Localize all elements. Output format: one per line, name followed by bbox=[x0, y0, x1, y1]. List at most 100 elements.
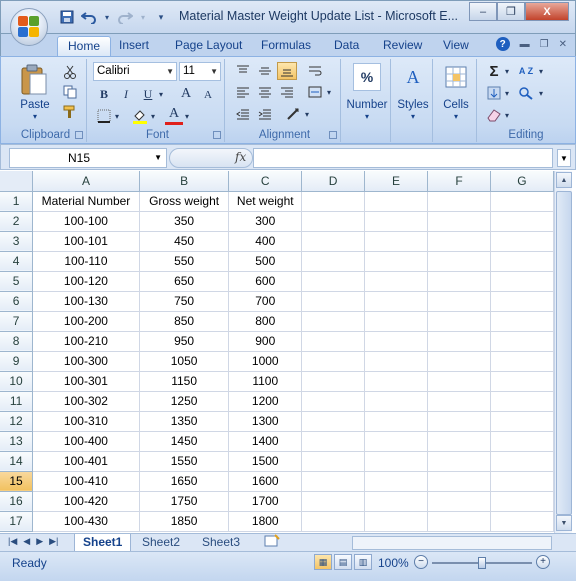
empty-cell[interactable] bbox=[427, 251, 491, 272]
row-header[interactable]: 17 bbox=[0, 511, 34, 532]
bold-button[interactable]: B bbox=[95, 85, 113, 103]
page-break-view-icon[interactable]: ▥ bbox=[354, 554, 372, 570]
empty-cell[interactable] bbox=[301, 271, 366, 292]
orientation-icon[interactable] bbox=[283, 105, 303, 123]
cells-group[interactable]: Cells ▾ bbox=[435, 59, 477, 142]
empty-cell[interactable] bbox=[364, 271, 429, 292]
empty-cell[interactable] bbox=[364, 431, 429, 452]
cell-b[interactable]: 650 bbox=[139, 271, 230, 292]
align-left-icon[interactable] bbox=[233, 83, 253, 101]
empty-cell[interactable] bbox=[301, 371, 366, 392]
cell-a[interactable]: 100-410 bbox=[32, 471, 140, 492]
paste-dropdown-icon[interactable]: ▾ bbox=[25, 112, 45, 121]
empty-cell[interactable] bbox=[301, 511, 366, 532]
cell-c[interactable]: 1000 bbox=[228, 351, 303, 372]
cell-c[interactable]: 1300 bbox=[228, 411, 303, 432]
cell-b[interactable]: 1350 bbox=[139, 411, 230, 432]
cells-dropdown-icon[interactable]: ▾ bbox=[435, 112, 477, 121]
vertical-scrollbar[interactable]: ▲ ▼ bbox=[554, 171, 572, 533]
undo-dropdown-icon[interactable]: ▾ bbox=[103, 9, 111, 25]
empty-cell[interactable] bbox=[490, 211, 554, 232]
column-header-g[interactable]: G bbox=[490, 171, 554, 192]
scroll-up-icon[interactable]: ▲ bbox=[556, 172, 572, 188]
empty-cell[interactable] bbox=[490, 391, 554, 412]
number-group[interactable]: % Number ▾ bbox=[343, 59, 391, 142]
empty-cell[interactable] bbox=[301, 471, 366, 492]
tab-page-layout[interactable]: Page Layout bbox=[165, 36, 252, 56]
paste-icon[interactable] bbox=[19, 63, 49, 97]
cell-a[interactable]: 100-301 bbox=[32, 371, 140, 392]
page-layout-view-icon[interactable]: ▤ bbox=[334, 554, 352, 570]
prev-sheet-icon[interactable]: ◀ bbox=[23, 536, 30, 547]
empty-cell[interactable] bbox=[490, 191, 554, 212]
empty-cell[interactable] bbox=[427, 391, 491, 412]
empty-cell[interactable] bbox=[364, 311, 429, 332]
row-header[interactable]: 12 bbox=[0, 411, 34, 432]
empty-cell[interactable] bbox=[301, 431, 366, 452]
name-box-dropdown-icon[interactable]: ▼ bbox=[154, 149, 162, 167]
zoom-in-button[interactable]: + bbox=[536, 555, 550, 569]
next-sheet-icon[interactable]: ▶ bbox=[36, 536, 43, 547]
empty-cell[interactable] bbox=[490, 351, 554, 372]
empty-cell[interactable] bbox=[364, 191, 429, 212]
tab-review[interactable]: Review bbox=[373, 36, 432, 56]
undo-icon[interactable] bbox=[81, 9, 97, 25]
first-sheet-icon[interactable]: |◀ bbox=[8, 536, 17, 547]
cell-a[interactable]: 100-300 bbox=[32, 351, 140, 372]
cell-b[interactable]: 850 bbox=[139, 311, 230, 332]
row-header[interactable]: 11 bbox=[0, 391, 34, 412]
office-button[interactable] bbox=[10, 8, 48, 46]
cell-c[interactable]: 600 bbox=[228, 271, 303, 292]
empty-cell[interactable] bbox=[427, 351, 491, 372]
empty-cell[interactable] bbox=[364, 491, 429, 512]
cell-c[interactable]: 300 bbox=[228, 211, 303, 232]
empty-cell[interactable] bbox=[301, 231, 366, 252]
cell-c[interactable]: 1800 bbox=[228, 511, 303, 532]
row-header[interactable]: 1 bbox=[0, 191, 34, 212]
cell-a[interactable]: 100-130 bbox=[32, 291, 140, 312]
cell-a[interactable]: 100-302 bbox=[32, 391, 140, 412]
styles-dropdown-icon[interactable]: ▾ bbox=[393, 112, 433, 121]
empty-cell[interactable] bbox=[427, 431, 491, 452]
cell-b[interactable]: Gross weight bbox=[139, 191, 230, 212]
empty-cell[interactable] bbox=[490, 471, 554, 492]
empty-cell[interactable] bbox=[301, 211, 366, 232]
empty-cell[interactable] bbox=[490, 251, 554, 272]
clear-icon[interactable] bbox=[485, 106, 503, 124]
empty-cell[interactable] bbox=[427, 451, 491, 472]
row-header[interactable]: 7 bbox=[0, 311, 34, 332]
merge-dropdown-icon[interactable]: ▾ bbox=[325, 83, 333, 101]
scroll-down-icon[interactable]: ▼ bbox=[556, 515, 572, 531]
empty-cell[interactable] bbox=[364, 211, 429, 232]
font-color-icon[interactable]: A bbox=[165, 105, 183, 125]
font-launcher-icon[interactable] bbox=[213, 131, 221, 139]
help-icon[interactable]: ? bbox=[495, 37, 510, 51]
cell-b[interactable]: 750 bbox=[139, 291, 230, 312]
cell-a[interactable]: 100-401 bbox=[32, 451, 140, 472]
format-painter-icon[interactable] bbox=[61, 103, 79, 121]
empty-cell[interactable] bbox=[427, 471, 491, 492]
empty-cell[interactable] bbox=[490, 291, 554, 312]
row-header[interactable]: 4 bbox=[0, 251, 34, 272]
empty-cell[interactable] bbox=[364, 231, 429, 252]
column-header-a[interactable]: A bbox=[32, 171, 140, 192]
cell-b[interactable]: 350 bbox=[139, 211, 230, 232]
select-all-corner[interactable] bbox=[0, 171, 34, 192]
workbook-restore-icon[interactable]: ❐ bbox=[540, 39, 549, 50]
empty-cell[interactable] bbox=[301, 351, 366, 372]
row-header[interactable]: 8 bbox=[0, 331, 34, 352]
zoom-out-button[interactable]: − bbox=[414, 555, 428, 569]
autosum-icon[interactable]: Σ bbox=[485, 62, 503, 80]
align-right-icon[interactable] bbox=[277, 83, 297, 101]
borders-icon[interactable] bbox=[95, 107, 113, 125]
cell-b[interactable]: 550 bbox=[139, 251, 230, 272]
cell-b[interactable]: 1750 bbox=[139, 491, 230, 512]
save-icon[interactable] bbox=[59, 9, 75, 25]
row-header[interactable]: 6 bbox=[0, 291, 34, 312]
cell-c[interactable]: Net weight bbox=[228, 191, 303, 212]
empty-cell[interactable] bbox=[490, 491, 554, 512]
sort-filter-icon[interactable]: A Z bbox=[515, 62, 537, 80]
fill-color-dropdown-icon[interactable]: ▾ bbox=[149, 107, 157, 125]
empty-cell[interactable] bbox=[490, 411, 554, 432]
tab-data[interactable]: Data bbox=[324, 36, 369, 56]
